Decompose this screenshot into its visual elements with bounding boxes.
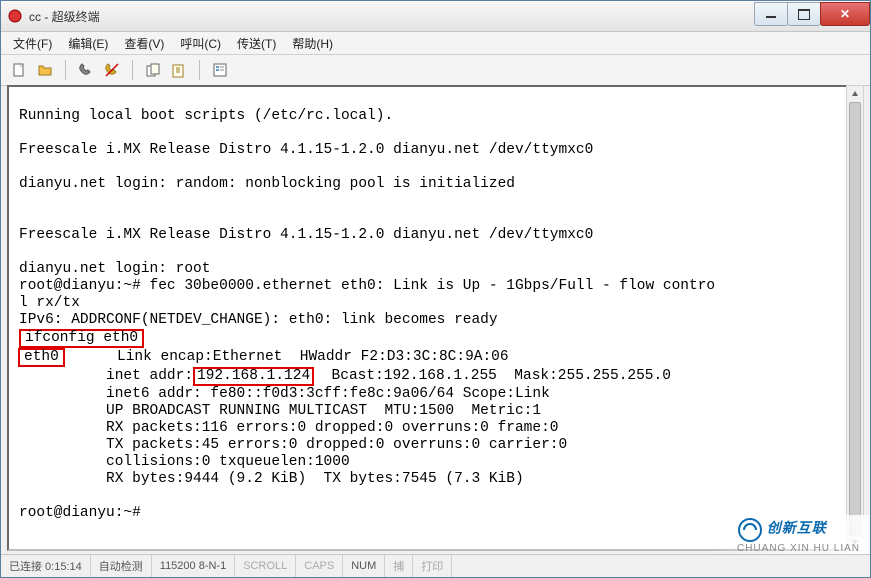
highlight-interface: eth0 xyxy=(18,348,65,367)
menu-bar: 文件(F) 编辑(E) 查看(V) 呼叫(C) 传送(T) 帮助(H) xyxy=(1,32,870,55)
scroll-up-button[interactable] xyxy=(847,86,863,102)
menu-edit[interactable]: 编辑(E) xyxy=(60,33,116,54)
menu-call[interactable]: 呼叫(C) xyxy=(172,33,229,54)
term-line: Bcast:192.168.1.255 Mask:255.255.255.0 xyxy=(314,368,671,384)
tb-open-button[interactable] xyxy=(33,58,57,82)
window-title: cc - 超级终端 xyxy=(29,8,755,25)
close-button[interactable]: ✕ xyxy=(820,2,870,26)
highlight-command: ifconfig eth0 xyxy=(19,329,144,348)
minimize-button[interactable] xyxy=(754,2,788,26)
app-icon xyxy=(7,8,23,24)
tb-new-button[interactable] xyxy=(7,58,31,82)
term-line: Running local boot scripts (/etc/rc.loca… xyxy=(19,108,393,124)
status-serial: 115200 8-N-1 xyxy=(152,555,235,577)
term-prompt: root@dianyu:~# xyxy=(19,505,141,521)
toolbar-separator xyxy=(65,60,66,80)
close-icon: ✕ xyxy=(840,7,850,21)
tb-receive-button[interactable] xyxy=(167,58,191,82)
highlight-ip: 192.168.1.124 xyxy=(193,367,314,386)
term-line: inet6 addr: fe80::f0d3:3cff:fe8c:9a06/64… xyxy=(19,386,550,402)
window-controls: ✕ xyxy=(755,2,870,24)
status-caps: CAPS xyxy=(296,555,343,577)
term-line: Link encap:Ethernet HWaddr F2:D3:3C:8C:9… xyxy=(65,349,509,365)
chevron-down-icon xyxy=(852,540,858,545)
menu-view[interactable]: 查看(V) xyxy=(116,33,172,54)
phone-link-icon xyxy=(78,62,94,78)
term-line: RX packets:116 errors:0 dropped:0 overru… xyxy=(19,420,559,436)
app-window: cc - 超级终端 ✕ 文件(F) 编辑(E) 查看(V) 呼叫(C) 传送(T… xyxy=(0,0,871,578)
term-line: collisions:0 txqueuelen:1000 xyxy=(19,454,350,470)
status-bar: 已连接 0:15:14 自动检测 115200 8-N-1 SCROLL CAP… xyxy=(1,554,870,577)
menu-help[interactable]: 帮助(H) xyxy=(284,33,341,54)
tb-send-button[interactable] xyxy=(141,58,165,82)
menu-file[interactable]: 文件(F) xyxy=(5,33,60,54)
open-folder-icon xyxy=(37,62,53,78)
status-print: 打印 xyxy=(413,555,452,577)
scroll-down-button[interactable] xyxy=(847,534,863,550)
term-line: Freescale i.MX Release Distro 4.1.15-1.2… xyxy=(19,227,593,243)
status-scroll: SCROLL xyxy=(235,555,296,577)
status-capture: 捕 xyxy=(385,555,413,577)
scroll-track[interactable] xyxy=(847,102,863,534)
term-line: TX packets:45 errors:0 dropped:0 overrun… xyxy=(19,437,567,453)
term-line: Freescale i.MX Release Distro 4.1.15-1.2… xyxy=(19,142,593,158)
receive-icon xyxy=(171,62,187,78)
tb-connect-button[interactable] xyxy=(74,58,98,82)
term-line: dianyu.net login: root xyxy=(19,261,210,277)
chevron-up-icon xyxy=(852,91,858,96)
scroll-thumb[interactable] xyxy=(849,102,861,536)
send-icon xyxy=(145,62,161,78)
title-bar: cc - 超级终端 ✕ xyxy=(1,1,870,32)
phone-disconnect-icon xyxy=(104,62,120,78)
term-line: UP BROADCAST RUNNING MULTICAST MTU:1500 … xyxy=(19,403,541,419)
status-detect: 自动检测 xyxy=(91,555,152,577)
new-file-icon xyxy=(11,62,27,78)
terminal-frame: Running local boot scripts (/etc/rc.loca… xyxy=(7,85,864,551)
tb-disconnect-button[interactable] xyxy=(100,58,124,82)
tb-properties-button[interactable] xyxy=(208,58,232,82)
status-num: NUM xyxy=(343,555,385,577)
term-line: root@dianyu:~# fec 30be0000.ethernet eth… xyxy=(19,278,715,294)
term-line: RX bytes:9444 (9.2 KiB) TX bytes:7545 (7… xyxy=(19,471,524,487)
toolbar xyxy=(1,55,870,86)
term-line: IPv6: ADDRCONF(NETDEV_CHANGE): eth0: lin… xyxy=(19,312,498,328)
term-line: dianyu.net login: random: nonblocking po… xyxy=(19,176,515,192)
menu-transfer[interactable]: 传送(T) xyxy=(229,33,284,54)
toolbar-separator xyxy=(132,60,133,80)
status-connected: 已连接 0:15:14 xyxy=(1,555,91,577)
term-line: l rx/tx xyxy=(19,295,80,311)
toolbar-separator xyxy=(199,60,200,80)
maximize-button[interactable] xyxy=(787,2,821,26)
terminal-scrollbar[interactable] xyxy=(846,85,864,551)
properties-icon xyxy=(212,62,228,78)
maximize-icon xyxy=(798,9,810,20)
term-line: inet addr: xyxy=(19,368,193,384)
minimize-icon xyxy=(766,16,776,18)
terminal-output[interactable]: Running local boot scripts (/etc/rc.loca… xyxy=(9,102,862,552)
